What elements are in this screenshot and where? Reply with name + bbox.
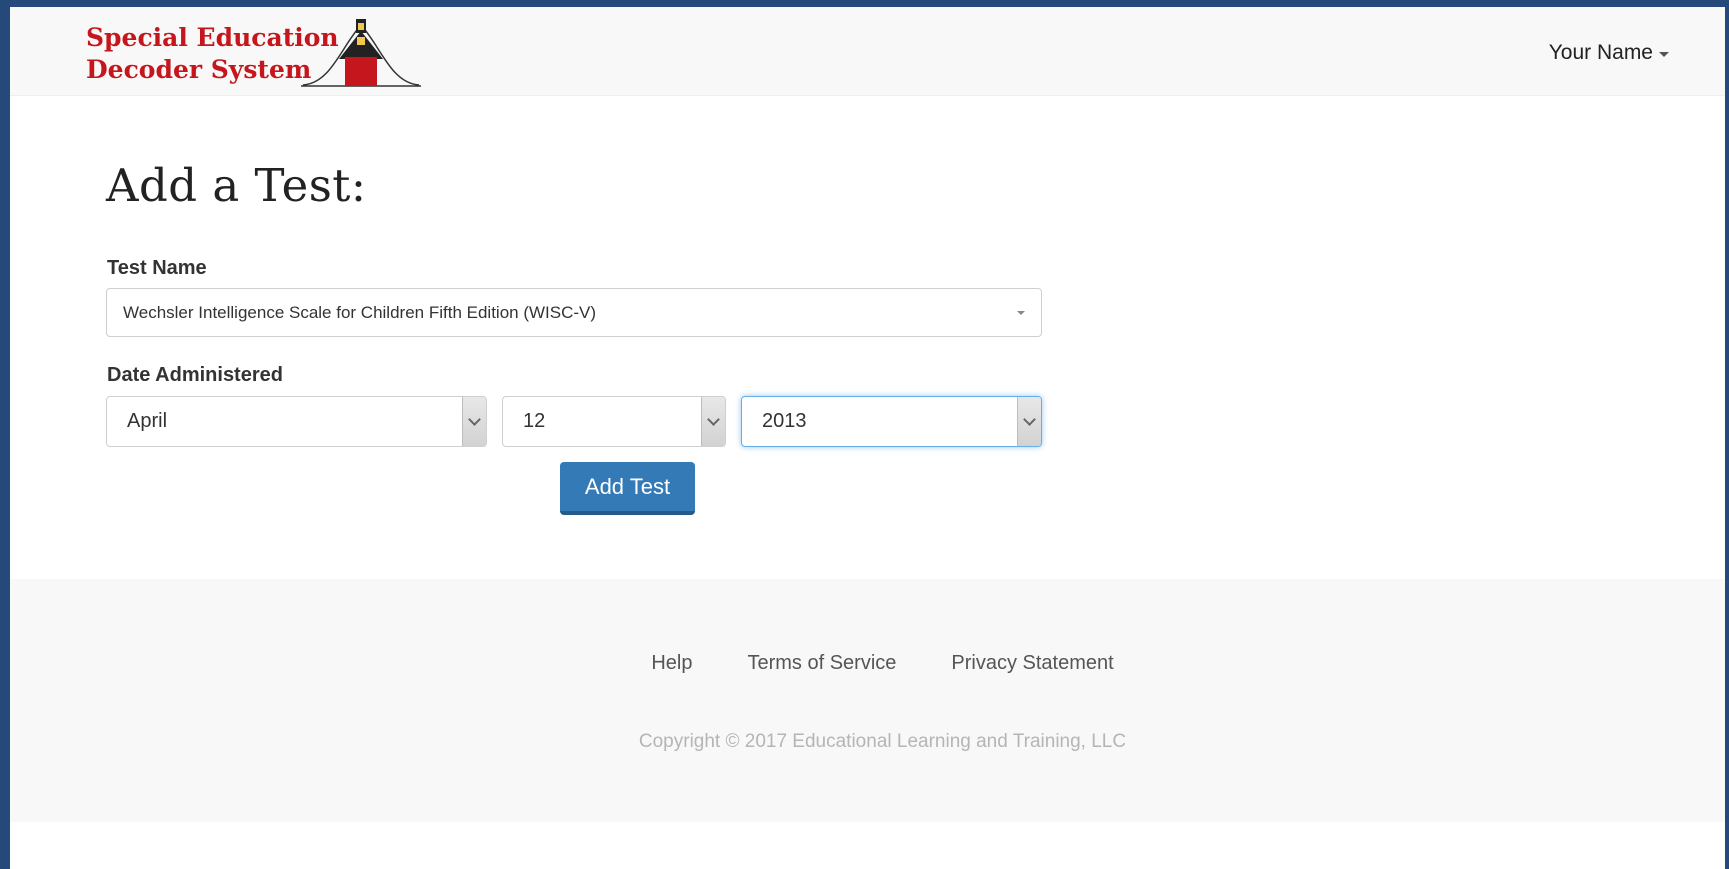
chevron-down-icon — [1023, 413, 1036, 426]
chevron-down-icon — [707, 413, 720, 426]
user-menu-dropdown[interactable]: Your Name — [1549, 41, 1669, 65]
day-select[interactable]: 12 — [502, 396, 726, 447]
user-name: Your Name — [1548, 41, 1653, 64]
copyright-text: Copyright © 2017 Educational Learning an… — [638, 731, 1127, 752]
select-arrow-button[interactable] — [1017, 397, 1041, 446]
schoolhouse-icon — [301, 19, 421, 87]
terms-of-service-link[interactable]: Terms of Service — [747, 652, 896, 675]
footer-links: Help Terms of Service Privacy Statement — [10, 652, 1725, 675]
test-name-value: Wechsler Intelligence Scale for Children… — [123, 302, 597, 322]
browser-viewport: Special Education Decoder System Your Na… — [10, 7, 1725, 869]
date-administered-label: Date Administered — [107, 364, 283, 386]
select-arrow-button[interactable] — [701, 397, 725, 446]
top-navbar: Special Education Decoder System Your Na… — [10, 7, 1725, 96]
caret-down-icon — [1017, 310, 1025, 315]
page-title: Add a Test: — [106, 159, 367, 212]
year-select[interactable]: 2013 — [741, 396, 1042, 447]
caret-down-icon — [1659, 52, 1669, 57]
help-link[interactable]: Help — [651, 652, 692, 675]
month-select[interactable]: April — [106, 396, 487, 447]
chevron-down-icon — [468, 413, 481, 426]
brand-logo[interactable]: Special Education Decoder System — [86, 17, 426, 91]
year-value: 2013 — [762, 410, 807, 432]
select-arrow-button[interactable] — [462, 397, 486, 446]
add-test-button[interactable]: Add Test — [560, 462, 695, 515]
test-name-label: Test Name — [107, 257, 207, 279]
day-value: 12 — [523, 410, 546, 432]
privacy-statement-link[interactable]: Privacy Statement — [951, 652, 1113, 675]
footer: Help Terms of Service Privacy Statement … — [10, 579, 1725, 822]
test-name-select[interactable]: Wechsler Intelligence Scale for Children… — [106, 288, 1042, 337]
month-value: April — [127, 410, 168, 432]
